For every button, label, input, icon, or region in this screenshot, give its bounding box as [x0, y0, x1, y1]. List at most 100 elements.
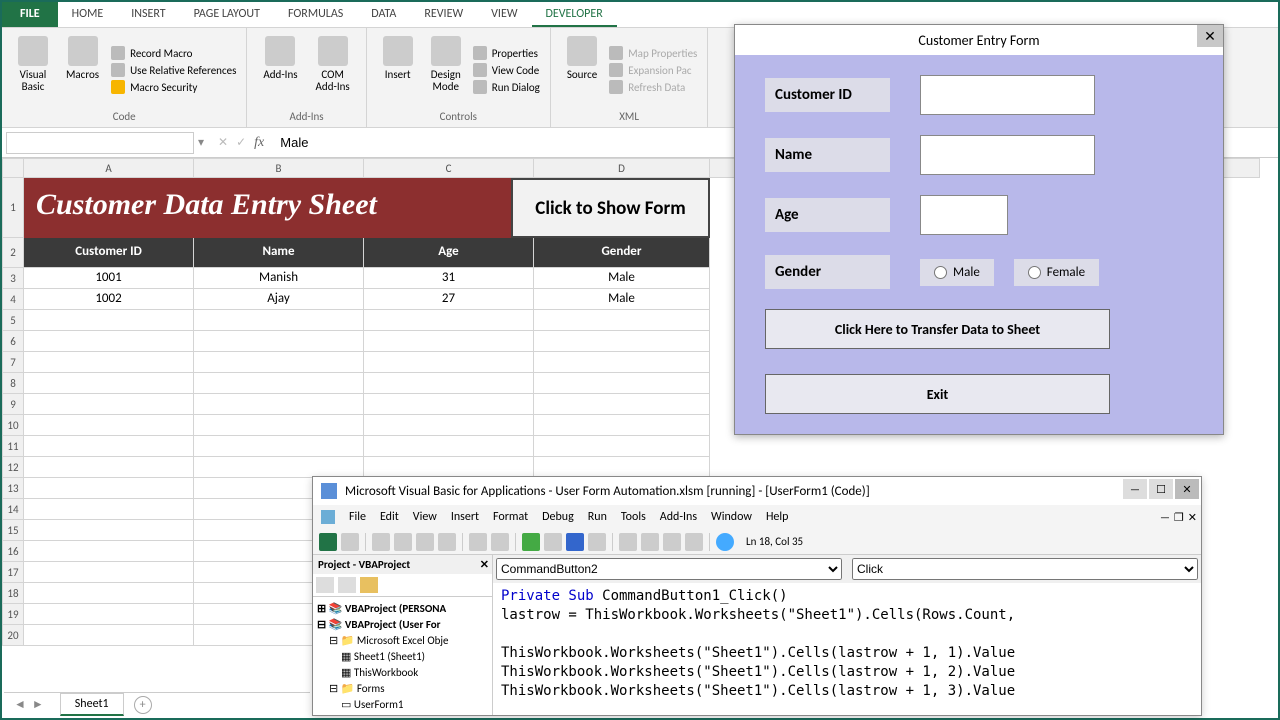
cell[interactable] — [364, 457, 534, 478]
tb-icon[interactable] — [641, 533, 659, 551]
cell[interactable] — [24, 331, 194, 352]
row-header[interactable]: 9 — [2, 394, 24, 415]
cell[interactable] — [534, 436, 710, 457]
tb-icon[interactable] — [416, 533, 434, 551]
new-sheet-button[interactable]: + — [134, 696, 152, 714]
cell[interactable]: 1001 — [24, 268, 194, 289]
transfer-button[interactable]: Click Here to Transfer Data to Sheet — [765, 309, 1110, 349]
vba-menu-insert[interactable]: Insert — [451, 510, 479, 524]
select-all-corner[interactable] — [2, 158, 24, 178]
tb-help-icon[interactable] — [716, 533, 734, 551]
project-close-icon[interactable]: ✕ — [480, 558, 489, 571]
mdi-close-icon[interactable]: ✕ — [1188, 511, 1197, 524]
name-box[interactable] — [6, 132, 194, 154]
record-macro-button[interactable]: Record Macro — [111, 46, 236, 60]
tb-icon[interactable] — [685, 533, 703, 551]
vba-minimize-button[interactable]: — — [1123, 479, 1147, 499]
cell[interactable]: 27 — [364, 289, 534, 310]
tb-stop-icon[interactable] — [566, 533, 584, 551]
cell[interactable] — [24, 583, 194, 604]
tree-node[interactable]: ▦ Sheet1 (Sheet1) — [317, 649, 488, 665]
row-header[interactable]: 8 — [2, 373, 24, 394]
cell[interactable] — [24, 394, 194, 415]
row-header[interactable]: 6 — [2, 331, 24, 352]
vba-object-combo[interactable]: CommandButton2 — [496, 558, 842, 580]
tb-excel-icon[interactable] — [319, 533, 337, 551]
addins-button[interactable]: Add-Ins — [257, 32, 303, 108]
cell[interactable] — [24, 373, 194, 394]
fx-icon[interactable]: fx — [254, 135, 264, 151]
tree-node[interactable]: ⊟ 📁 Forms — [317, 681, 488, 697]
cell[interactable] — [364, 373, 534, 394]
cell[interactable] — [24, 415, 194, 436]
tree-node[interactable]: ⊟ 📚 VBAProject (User For — [317, 617, 488, 633]
cell[interactable] — [534, 394, 710, 415]
col-header[interactable]: D — [534, 158, 710, 178]
cell[interactable]: Male — [534, 289, 710, 310]
tb-icon[interactable] — [438, 533, 456, 551]
tab-view[interactable]: VIEW — [477, 2, 531, 27]
cell[interactable] — [194, 457, 364, 478]
row-header[interactable]: 18 — [2, 583, 24, 604]
tree-node[interactable]: ▦ ThisWorkbook — [317, 665, 488, 681]
cell[interactable] — [194, 352, 364, 373]
cell[interactable] — [24, 625, 194, 646]
col-header[interactable]: A — [24, 158, 194, 178]
cell[interactable]: 31 — [364, 268, 534, 289]
sheet-nav-next-icon[interactable]: ► — [32, 697, 44, 712]
exit-button[interactable]: Exit — [765, 374, 1110, 414]
cell[interactable]: Male — [534, 268, 710, 289]
col-header[interactable]: C — [364, 158, 534, 178]
cell[interactable] — [364, 415, 534, 436]
sheet-tab[interactable]: Sheet1 — [60, 693, 124, 716]
macro-security-button[interactable]: Macro Security — [111, 80, 236, 94]
cancel-icon[interactable]: ✕ — [218, 135, 228, 150]
cell[interactable] — [364, 394, 534, 415]
tab-page-layout[interactable]: PAGE LAYOUT — [180, 2, 274, 27]
tab-developer[interactable]: DEVELOPER — [532, 2, 617, 27]
row-header[interactable]: 4 — [2, 289, 24, 310]
cell[interactable] — [534, 352, 710, 373]
row-header[interactable]: 11 — [2, 436, 24, 457]
vba-menu-format[interactable]: Format — [493, 510, 528, 524]
proj-view-icon[interactable] — [338, 577, 356, 593]
visual-basic-button[interactable]: VisualBasic — [12, 32, 54, 108]
cell[interactable] — [24, 541, 194, 562]
tb-redo-icon[interactable] — [491, 533, 509, 551]
tb-icon[interactable] — [663, 533, 681, 551]
cell[interactable] — [534, 331, 710, 352]
tb-run-icon[interactable] — [522, 533, 540, 551]
cell[interactable] — [364, 352, 534, 373]
cell[interactable] — [364, 436, 534, 457]
input-customer-id[interactable] — [920, 75, 1095, 115]
input-name[interactable] — [920, 135, 1095, 175]
enter-icon[interactable]: ✓ — [236, 135, 246, 150]
cell[interactable] — [24, 562, 194, 583]
cell[interactable] — [194, 310, 364, 331]
tab-formulas[interactable]: FORMULAS — [274, 2, 357, 27]
row-header[interactable]: 10 — [2, 415, 24, 436]
vba-menu-debug[interactable]: Debug — [542, 510, 574, 524]
cell[interactable] — [24, 352, 194, 373]
row-header[interactable]: 19 — [2, 604, 24, 625]
row-header[interactable]: 7 — [2, 352, 24, 373]
cell[interactable] — [534, 457, 710, 478]
cell[interactable] — [24, 499, 194, 520]
tb-icon[interactable] — [341, 533, 359, 551]
input-age[interactable] — [920, 195, 1008, 235]
mdi-max-icon[interactable]: ❐ — [1174, 511, 1184, 524]
row-header[interactable]: 14 — [2, 499, 24, 520]
tab-review[interactable]: REVIEW — [410, 2, 477, 27]
cell[interactable] — [534, 373, 710, 394]
vba-menu-help[interactable]: Help — [766, 510, 789, 524]
userform-close-button[interactable]: ✕ — [1197, 25, 1223, 47]
vba-menu-tools[interactable]: Tools — [621, 510, 646, 524]
vba-code-editor[interactable]: Private Sub CommandButton1_Click() lastr… — [493, 583, 1201, 715]
proj-view-icon[interactable] — [316, 577, 334, 593]
cell[interactable] — [364, 310, 534, 331]
macros-button[interactable]: Macros — [60, 32, 105, 108]
tb-icon[interactable] — [372, 533, 390, 551]
tab-insert[interactable]: INSERT — [117, 2, 179, 27]
sheet-nav-prev-icon[interactable]: ◄ — [14, 697, 26, 712]
row-header[interactable]: 17 — [2, 562, 24, 583]
